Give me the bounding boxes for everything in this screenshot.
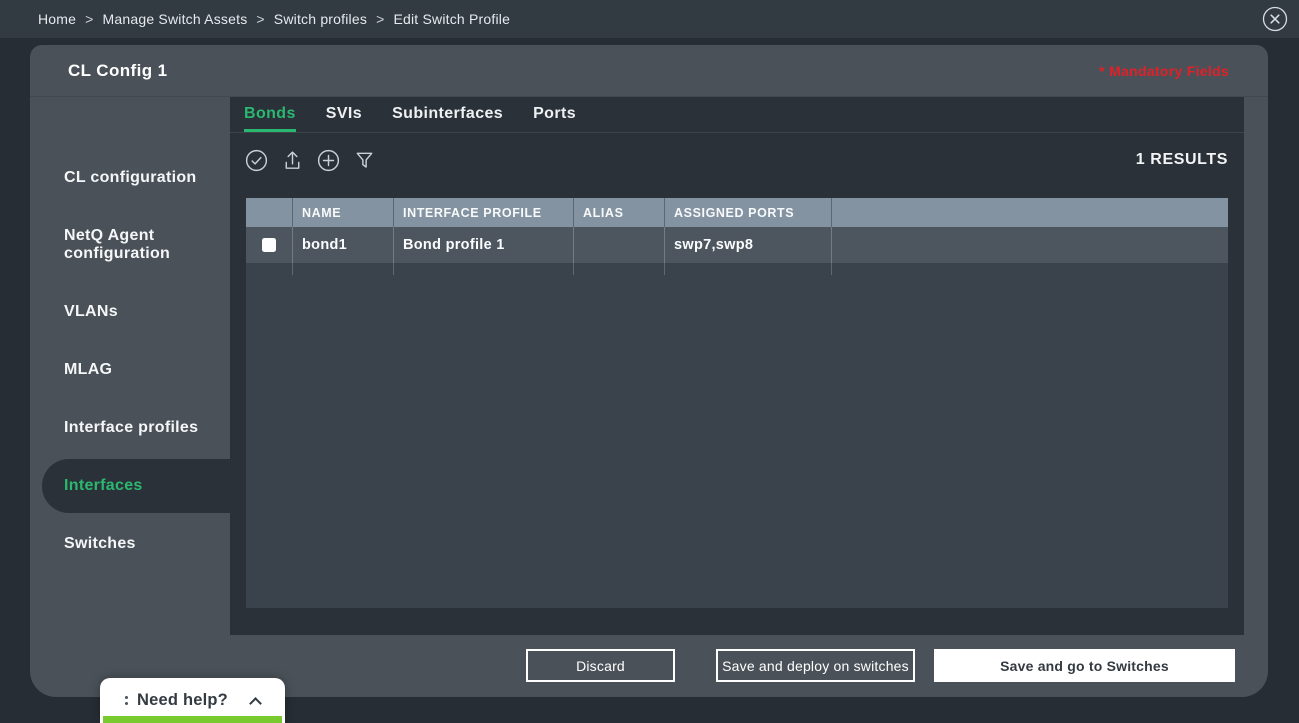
drag-handle-icon	[125, 696, 129, 705]
save-and-deploy-button[interactable]: Save and deploy on switches	[716, 649, 915, 682]
top-bar: Home > Manage Switch Assets > Switch pro…	[0, 0, 1299, 38]
header-empty-column	[831, 198, 1228, 227]
help-widget-accent-bar	[103, 716, 282, 723]
cell-alias	[573, 227, 664, 263]
bonds-table: NAME INTERFACE PROFILE ALIAS ASSIGNED PO…	[246, 198, 1228, 608]
header-interface-profile: INTERFACE PROFILE	[393, 198, 573, 227]
select-all-icon[interactable]	[245, 149, 268, 172]
header-name: NAME	[292, 198, 393, 227]
sidebar-item-interfaces[interactable]: Interfaces	[42, 459, 230, 513]
header-assigned-ports: ASSIGNED PORTS	[664, 198, 831, 227]
save-and-go-to-switches-button[interactable]: Save and go to Switches	[934, 649, 1235, 682]
header-checkbox-column	[246, 198, 292, 227]
mandatory-fields-note: * Mandatory Fields	[1099, 63, 1229, 79]
cell-name: bond1	[292, 227, 393, 263]
sidebar-item-vlans[interactable]: VLANs	[30, 284, 230, 340]
breadcrumb-separator: >	[85, 11, 94, 27]
row-checkbox[interactable]	[262, 238, 276, 252]
tab-ports[interactable]: Ports	[533, 97, 576, 132]
column-separator-ticks	[246, 263, 1228, 275]
interface-tabs: Bonds SVIs Subinterfaces Ports	[230, 97, 1244, 133]
cell-interface-profile: Bond profile 1	[393, 227, 573, 263]
add-icon[interactable]	[317, 149, 340, 172]
sidebar-item-interface-profiles[interactable]: Interface profiles	[30, 400, 230, 456]
breadcrumb-home[interactable]: Home	[38, 11, 76, 27]
cell-empty	[831, 227, 1228, 263]
results-count: 1 RESULTS	[1135, 151, 1228, 168]
chevron-up-icon	[249, 696, 262, 710]
filter-icon[interactable]	[353, 149, 376, 172]
header-alias: ALIAS	[573, 198, 664, 227]
breadcrumb-edit-switch-profile: Edit Switch Profile	[393, 11, 511, 27]
need-help-widget[interactable]: Need help?	[100, 678, 285, 723]
upload-icon[interactable]	[281, 149, 304, 172]
sidebar-item-netq-agent-configuration[interactable]: NetQ Agent configuration	[30, 217, 230, 273]
row-checkbox-cell	[246, 227, 292, 263]
tab-svis[interactable]: SVIs	[326, 97, 362, 132]
interfaces-panel: Bonds SVIs Subinterfaces Ports 1 RESULTS…	[230, 97, 1244, 635]
breadcrumb-separator: >	[376, 11, 385, 27]
breadcrumb-switch-profiles[interactable]: Switch profiles	[274, 11, 367, 27]
table-row[interactable]: bond1 Bond profile 1 swp7,swp8	[246, 227, 1228, 263]
discard-button[interactable]: Discard	[526, 649, 675, 682]
sidebar-item-switches[interactable]: Switches	[30, 516, 230, 572]
need-help-label: Need help?	[137, 691, 228, 709]
cell-assigned-ports: swp7,swp8	[664, 227, 831, 263]
dialog-header: CL Config 1 * Mandatory Fields	[30, 45, 1268, 97]
breadcrumb: Home > Manage Switch Assets > Switch pro…	[38, 11, 510, 27]
tab-subinterfaces[interactable]: Subinterfaces	[392, 97, 503, 132]
breadcrumb-manage-switch-assets[interactable]: Manage Switch Assets	[103, 11, 248, 27]
profile-title: CL Config 1	[68, 61, 168, 80]
edit-switch-profile-dialog: CL Config 1 * Mandatory Fields CL config…	[30, 45, 1268, 697]
sidebar-item-cl-configuration[interactable]: CL configuration	[30, 150, 230, 206]
sidebar-item-mlag[interactable]: MLAG	[30, 342, 230, 398]
table-header-row: NAME INTERFACE PROFILE ALIAS ASSIGNED PO…	[246, 198, 1228, 227]
tab-bonds[interactable]: Bonds	[244, 97, 296, 132]
table-toolbar	[245, 149, 376, 172]
breadcrumb-separator: >	[256, 11, 265, 27]
close-icon[interactable]	[1262, 6, 1288, 32]
